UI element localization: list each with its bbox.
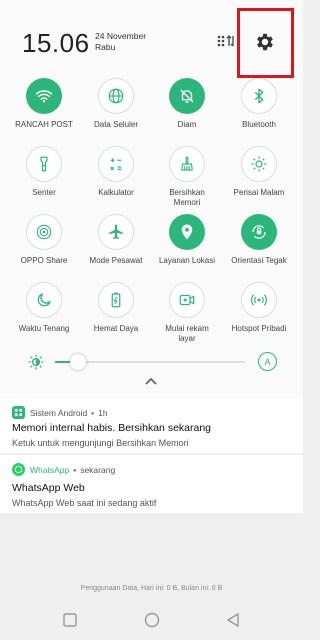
tile-clean-memory[interactable]: Bersihkan Memori — [150, 146, 224, 208]
rotation-lock-icon — [241, 214, 277, 250]
tile-calculator[interactable]: Kalkulator — [79, 146, 153, 198]
airplane-icon — [98, 214, 134, 250]
auto-brightness-button[interactable]: A — [258, 352, 277, 371]
quick-settings-panel: 15.06 24 November Rabu RANCAH POST Data — [0, 0, 303, 398]
brightness-control: A — [28, 352, 278, 372]
back-icon[interactable] — [225, 612, 241, 628]
hotspot-icon — [241, 282, 277, 318]
tile-label: Orientasi Tegak — [231, 256, 287, 265]
calculator-icon — [98, 146, 134, 182]
tile-label: Senter — [32, 188, 56, 197]
tile-power-saving[interactable]: Hemat Daya — [79, 282, 153, 334]
recent-apps-icon[interactable] — [62, 612, 78, 628]
tile-portrait-lock[interactable]: Orientasi Tegak — [222, 214, 296, 266]
tile-label: Perisai Malam — [233, 188, 285, 197]
flashlight-icon — [26, 146, 62, 182]
home-icon[interactable] — [144, 612, 160, 628]
date-line2: Rabu — [95, 42, 116, 52]
tile-label: Hotspot Pribadi — [231, 324, 287, 333]
screen-record-icon — [169, 282, 205, 318]
tile-quiet-time[interactable]: Waktu Tenang — [7, 282, 81, 334]
date: 24 November Rabu — [95, 31, 146, 53]
navigation-bar — [0, 604, 303, 640]
clock: 15.06 — [22, 28, 90, 58]
tile-label: OPPO Share — [20, 256, 68, 265]
notification-body: Ketuk untuk mengunjungi Bersihkan Memori — [12, 438, 189, 448]
tile-oppo-share[interactable]: OPPO Share — [7, 214, 81, 266]
notification-header: Sistem Android • 1h — [12, 406, 108, 419]
tile-silent[interactable]: Diam — [150, 78, 224, 130]
highlight-box — [237, 8, 294, 78]
tile-label: Data Seluler — [93, 120, 139, 129]
tile-label: Mulai rekam layar — [165, 324, 209, 343]
tile-label: Bluetooth — [242, 120, 276, 129]
tile-label: Layanan Lokasi — [158, 256, 216, 265]
globe-icon — [98, 78, 134, 114]
tile-label: RANCAH POST — [15, 120, 73, 129]
notification-time: 1h — [98, 407, 108, 418]
tile-bluetooth[interactable]: Bluetooth — [222, 78, 296, 130]
tile-label: Hemat Daya — [93, 324, 139, 333]
date-line1: 24 November — [95, 31, 147, 41]
tile-hotspot[interactable]: Hotspot Pribadi — [222, 282, 296, 334]
share-icon — [26, 214, 62, 250]
tile-label: Bersihkan Memori — [169, 188, 205, 207]
tile-label: Kalkulator — [98, 188, 134, 197]
notification-time: sekarang — [80, 464, 116, 475]
tile-label: Mode Pesawat — [89, 256, 143, 265]
moon-icon — [26, 282, 62, 318]
tile-mobile-data[interactable]: Data Seluler — [79, 78, 153, 130]
tile-flashlight[interactable]: Senter — [7, 146, 81, 198]
notification-app: Sistem Android — [30, 407, 88, 418]
bell-mute-icon — [169, 78, 205, 114]
wifi-icon — [26, 78, 62, 114]
tile-label: Diam — [177, 120, 197, 129]
notification-title: Memori internal habis. Bersihkan sekaran… — [12, 422, 212, 434]
brightness-icon — [28, 354, 44, 370]
bluetooth-icon — [241, 78, 277, 114]
notification-body: WhatsApp Web saat ini sedang aktif — [12, 498, 157, 508]
edit-tiles-icon[interactable] — [217, 34, 235, 48]
notification-header: WhatsApp • sekarang — [12, 463, 115, 476]
battery-icon — [98, 282, 134, 318]
tile-airplane-mode[interactable]: Mode Pesawat — [79, 214, 153, 266]
data-usage-text: Penggunaan Data, Hari ini: 0 B, Bulan in… — [80, 585, 223, 592]
brightness-thumb[interactable] — [69, 354, 86, 370]
broom-icon — [169, 146, 205, 182]
notification-card[interactable]: WhatsApp • sekarang WhatsApp Web WhatsAp… — [0, 455, 303, 513]
notification-title: WhatsApp Web — [12, 482, 85, 494]
tile-night-shield[interactable]: Perisai Malam — [222, 146, 296, 198]
notification-app: WhatsApp — [30, 464, 70, 475]
android-system-icon — [12, 406, 25, 419]
night-shield-icon — [241, 146, 277, 182]
tile-location[interactable]: Layanan Lokasi — [150, 214, 224, 266]
location-icon — [169, 214, 205, 250]
tile-label: Waktu Tenang — [18, 324, 70, 333]
notification-card[interactable]: Sistem Android • 1h Memori internal habi… — [0, 398, 303, 453]
tile-screen-record[interactable]: Mulai rekam layar — [150, 282, 224, 344]
tile-wifi[interactable]: RANCAH POST — [7, 78, 81, 130]
whatsapp-icon — [12, 463, 25, 476]
chevron-up-icon[interactable] — [143, 375, 159, 387]
